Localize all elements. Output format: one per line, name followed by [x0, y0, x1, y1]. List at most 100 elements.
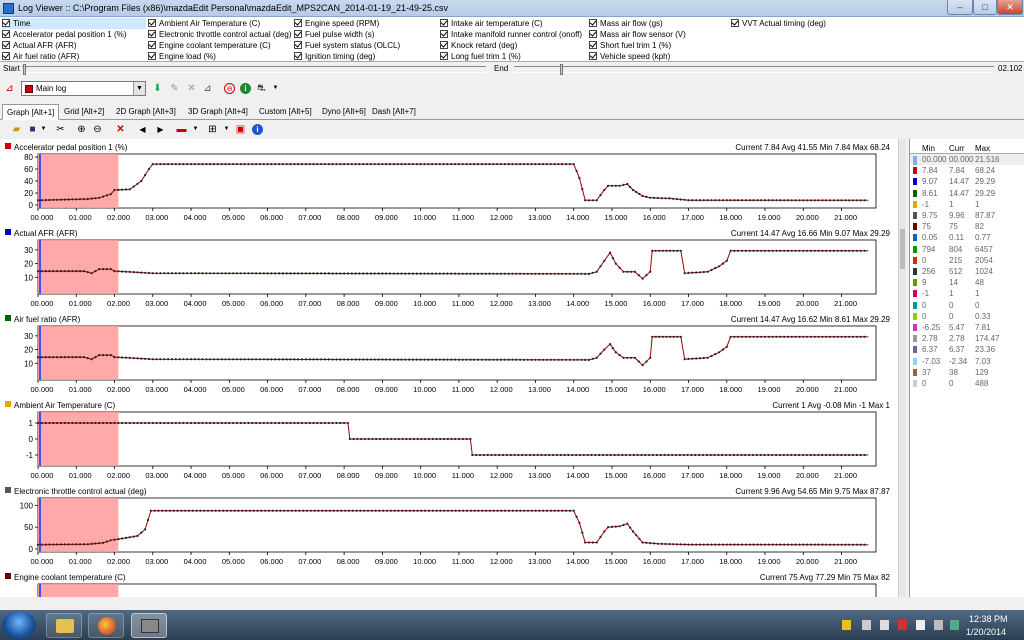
channel-checkbox[interactable]: Fuel system status (OLCL) — [294, 40, 400, 51]
channel-checkbox[interactable]: Ambient Air Temperature (C) — [148, 18, 260, 29]
graph-panel-5[interactable]: Engine coolant temperature (C) Current 75… — [5, 573, 891, 597]
tab-item[interactable]: Dash [Alt+7] — [368, 104, 420, 120]
checkbox-checked-icon[interactable] — [294, 30, 302, 38]
checkbox-checked-icon[interactable] — [148, 52, 156, 60]
channel-checkbox[interactable]: VVT Actual timing (deg) — [731, 18, 826, 29]
stop-icon[interactable]: ⊖ — [224, 83, 235, 94]
compare-graph-icon[interactable]: ⊿ — [202, 83, 213, 94]
dropdown-arrow-icon[interactable]: ▼ — [270, 83, 281, 94]
layout-icon[interactable]: ⊞ — [207, 124, 218, 135]
tab-item[interactable]: 3D Graph [Alt+4] — [184, 104, 252, 120]
graph-panel[interactable]: Accelerator pedal position 1 (%) Current … — [0, 139, 906, 597]
channel-checkbox[interactable]: Ignition timing (deg) — [294, 51, 375, 62]
minimize-button[interactable]: – — [947, 0, 973, 15]
checkbox-checked-icon[interactable] — [148, 41, 156, 49]
summary-row[interactable]: 0.05 0.11 0.77 — [910, 232, 1024, 243]
cut-icon[interactable]: ✂ — [55, 124, 66, 135]
maximize-button[interactable]: □ — [973, 0, 997, 15]
clock-time[interactable]: 12:38 PM — [969, 614, 1008, 624]
layout-dropdown-icon[interactable]: ▼ — [221, 124, 232, 135]
summary-row[interactable]: -1 1 1 — [910, 199, 1024, 210]
summary-row[interactable]: 9.07 14.47 29.29 — [910, 176, 1024, 187]
graph-panel-1[interactable]: Actual AFR (AFR) Current 14.47 Avg 16.66 … — [5, 229, 891, 308]
summary-row[interactable]: 0 215 2054 — [910, 255, 1024, 266]
plot-area[interactable] — [37, 583, 877, 597]
channel-checkbox[interactable]: Electronic throttle control actual (deg) — [148, 29, 292, 40]
log-select[interactable]: Main log ▼ — [21, 81, 146, 96]
next-icon[interactable]: ▶ — [155, 124, 166, 135]
checkbox-checked-icon[interactable] — [294, 52, 302, 60]
selection-region[interactable] — [38, 326, 119, 380]
plot-area[interactable] — [37, 325, 877, 381]
tray-app-icon[interactable] — [898, 620, 907, 630]
summary-row[interactable]: 2.78 2.78 174.47 — [910, 333, 1024, 344]
summary-row[interactable]: -1 1 1 — [910, 288, 1024, 299]
channel-checkbox[interactable]: Fuel pulse width (s) — [294, 29, 374, 40]
graphs-canvas[interactable]: Accelerator pedal position 1 (%) Current … — [0, 139, 898, 597]
color-dropdown-icon[interactable]: ▼ — [190, 124, 201, 135]
channel-checkbox[interactable]: Engine load (%) — [148, 51, 216, 62]
summary-row[interactable]: 75 75 82 — [910, 221, 1024, 232]
tab-item[interactable]: Graph [Alt+1] — [2, 104, 60, 120]
zoom-out-icon[interactable]: ⊖ — [92, 124, 103, 135]
battery-icon[interactable] — [916, 620, 925, 630]
checkbox-checked-icon[interactable] — [2, 52, 10, 60]
ecu-app-icon[interactable] — [131, 613, 167, 638]
summary-row[interactable]: 0 0 488 — [910, 378, 1024, 389]
tab-item[interactable]: Dyno [Alt+6] — [318, 104, 370, 120]
clock-date[interactable]: 1/20/2014 — [966, 627, 1006, 637]
summary-row[interactable]: 9 14 48 — [910, 277, 1024, 288]
checkbox-checked-icon[interactable] — [440, 41, 448, 49]
end-slider[interactable] — [514, 66, 994, 73]
checkbox-checked-icon[interactable] — [589, 19, 597, 27]
summary-row[interactable]: 256 512 1024 — [910, 266, 1024, 277]
checkbox-checked-icon[interactable] — [148, 30, 156, 38]
summary-row[interactable]: -7.03 -2.34 7.03 — [910, 356, 1024, 367]
checkbox-checked-icon[interactable] — [589, 41, 597, 49]
checkbox-checked-icon[interactable] — [294, 41, 302, 49]
end-slider-thumb[interactable] — [560, 64, 563, 75]
channel-checkbox[interactable]: Knock retard (deg) — [440, 40, 517, 51]
checkbox-checked-icon[interactable] — [440, 19, 448, 27]
checkbox-checked-icon[interactable] — [2, 30, 10, 38]
checkbox-checked-icon[interactable] — [2, 41, 10, 49]
summary-row[interactable]: 794 804 6457 — [910, 244, 1024, 255]
checkbox-checked-icon[interactable] — [2, 19, 10, 27]
tab-item[interactable]: Custom [Alt+5] — [255, 104, 316, 120]
previous-icon[interactable]: ◀ — [137, 124, 148, 135]
arrow-down-icon[interactable]: ⬇ — [152, 83, 163, 94]
summary-row[interactable]: 00.000 00.000 21.516 — [910, 154, 1024, 165]
start-orb-icon[interactable] — [2, 611, 36, 639]
open-folder-icon[interactable]: ▰ — [11, 124, 22, 135]
start-slider[interactable] — [22, 66, 486, 73]
summary-row[interactable]: -6.25 5.47 7.81 — [910, 322, 1024, 333]
graph-panel-3[interactable]: Ambient Air Temperature (C) Current 1 Avg… — [5, 401, 891, 480]
channel-checkbox[interactable]: Actual AFR (AFR) — [2, 40, 77, 51]
channel-checkbox[interactable]: Mass air flow (gs) — [589, 18, 663, 29]
channel-checkbox[interactable]: Intake air temperature (C) — [440, 18, 543, 29]
graph-panel-4[interactable]: Electronic throttle control actual (deg)… — [5, 487, 891, 566]
channel-checkbox[interactable]: Air fuel ratio (AFR) — [2, 51, 79, 62]
save-icon[interactable]: ■ — [27, 124, 38, 135]
info-icon[interactable]: i — [240, 83, 251, 94]
clear-icon[interactable]: ✕ — [115, 124, 126, 135]
chevron-down-icon[interactable]: ▼ — [133, 82, 145, 95]
channel-checkbox[interactable]: Mass air flow sensor (V) — [589, 29, 686, 40]
tray-icons[interactable] — [842, 620, 962, 632]
save-dropdown-icon[interactable]: ▼ — [38, 124, 49, 135]
start-slider-thumb[interactable] — [23, 64, 26, 75]
channel-checkbox[interactable]: Engine coolant temperature (C) — [148, 40, 271, 51]
flag-icon[interactable] — [842, 620, 851, 630]
summary-row[interactable]: 8.61 14.47 29.29 — [910, 188, 1024, 199]
color-bar-icon[interactable]: ▬ — [176, 124, 187, 135]
tab-item[interactable]: Grid [Alt+2] — [60, 104, 108, 120]
usb-icon[interactable] — [934, 620, 943, 630]
channel-checkbox[interactable]: Intake manifold runner control (onoff) — [440, 29, 582, 40]
channel-checkbox[interactable]: Short fuel trim 1 (%) — [589, 40, 671, 51]
tab-item[interactable]: 2D Graph [Alt+3] — [112, 104, 180, 120]
checkbox-checked-icon[interactable] — [589, 30, 597, 38]
summary-row[interactable]: 9.75 9.96 87.87 — [910, 210, 1024, 221]
summary-row[interactable]: 0 0 0.33 — [910, 311, 1024, 322]
channel-checkbox[interactable]: Accelerator pedal position 1 (%) — [2, 29, 126, 40]
speaker-icon[interactable] — [880, 620, 889, 630]
